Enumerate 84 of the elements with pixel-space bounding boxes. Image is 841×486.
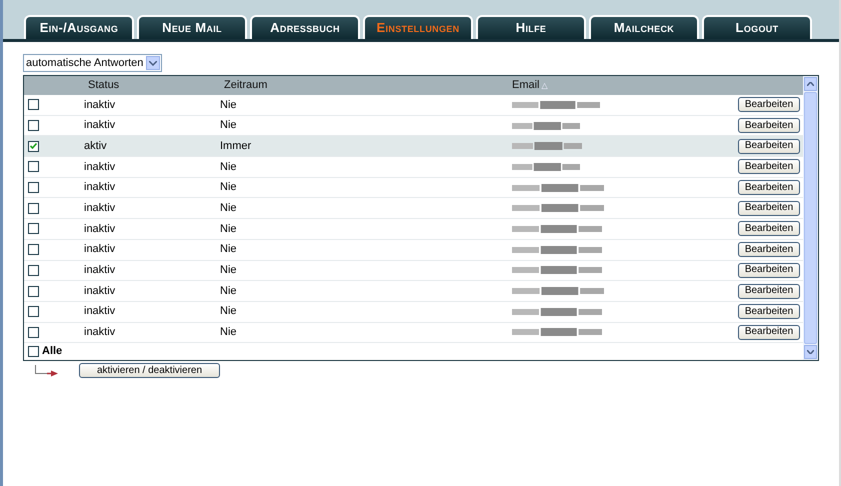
scrollbar[interactable] (803, 76, 818, 360)
checkbox[interactable] (28, 286, 39, 297)
status-cell-text: inaktiv (84, 118, 116, 134)
table-row[interactable]: inaktiv Nie Bearbeiten (24, 95, 803, 116)
edit-button[interactable]: Bearbeiten (738, 304, 800, 320)
checkbox[interactable] (28, 140, 39, 152)
period-cell-text: Nie (220, 118, 238, 134)
nav-tab[interactable]: Logout (702, 15, 812, 39)
table-row[interactable]: inaktiv Nie Bearbeiten (24, 260, 803, 282)
period-cell-text: Nie (220, 98, 238, 113)
dropdown-value: automatische Antworten (25, 56, 144, 71)
status-cell-text: inaktiv (84, 98, 116, 113)
status-cell-text: inaktiv (84, 325, 116, 340)
view-dropdown[interactable]: automatische Antworten (23, 54, 162, 72)
status-cell-text: inaktiv (84, 304, 116, 320)
edit-button[interactable]: Bearbeiten (738, 324, 800, 340)
edit-button[interactable]: Bearbeiten (738, 138, 800, 154)
period-cell-text: Immer (220, 138, 252, 154)
status-cell-text: inaktiv (84, 284, 116, 299)
table-row[interactable]: inaktiv Nie Bearbeiten (24, 281, 803, 302)
checkbox[interactable] (28, 326, 39, 338)
redacted-email-drawing (512, 142, 582, 150)
nav-tab[interactable]: Neue Mail (137, 15, 247, 39)
checkbox[interactable] (28, 244, 39, 256)
column-header[interactable]: Status (88, 77, 224, 94)
edit-button[interactable]: Bearbeiten (738, 262, 800, 278)
checkbox[interactable] (28, 202, 39, 214)
status-cell-text: inaktiv (84, 263, 116, 278)
edit-button[interactable]: Bearbeiten (738, 200, 800, 216)
table-row[interactable]: inaktiv Nie Bearbeiten (24, 116, 803, 136)
edit-button[interactable]: Bearbeiten (738, 242, 800, 258)
status-cell-text: inaktiv (84, 242, 116, 258)
nav-tab[interactable]: Mailcheck (589, 15, 699, 39)
nav-tab[interactable]: Hilfe (476, 15, 586, 39)
checkbox[interactable] (28, 182, 39, 194)
table-row[interactable]: inaktiv Nie Bearbeiten (24, 302, 803, 323)
select-all-label: Alle (42, 344, 62, 359)
period-cell-text: Nie (220, 242, 238, 258)
redacted-email-drawing (512, 162, 580, 171)
period-cell-text: Nie (220, 180, 238, 196)
table-row[interactable]: aktiv Immer Bearbeiten (24, 136, 803, 158)
period-cell-text: Nie (220, 222, 238, 237)
column-header[interactable]: Email (512, 77, 540, 94)
period-cell-text: Nie (220, 284, 238, 299)
scroll-thumb[interactable] (804, 92, 817, 344)
table-row[interactable]: inaktiv Nie Bearbeiten (24, 178, 803, 198)
period-cell-text: Nie (220, 160, 238, 175)
checkbox[interactable] (28, 99, 39, 110)
period-cell-text: Nie (220, 304, 238, 320)
scroll-up-icon[interactable] (804, 77, 817, 91)
edit-button[interactable]: Bearbeiten (738, 118, 800, 134)
table-row[interactable]: inaktiv Nie Bearbeiten (24, 322, 803, 344)
checkbox[interactable] (28, 306, 39, 318)
checkbox[interactable] (28, 264, 39, 276)
status-cell-text: inaktiv (84, 201, 116, 216)
edit-button[interactable]: Bearbeiten (738, 180, 800, 196)
nav-tab[interactable]: Ein-/Ausgang (24, 15, 134, 39)
nav-tab[interactable]: Einstellungen (363, 15, 473, 39)
toggle-button[interactable]: aktivieren / deaktivieren (79, 363, 220, 378)
period-cell-text: Nie (220, 263, 238, 278)
nav-tab[interactable]: Adressbuch (250, 15, 360, 39)
edit-button[interactable]: Bearbeiten (738, 284, 800, 299)
redacted-email-drawing (512, 122, 580, 130)
period-cell-text: Nie (220, 201, 238, 216)
status-cell-text: inaktiv (84, 160, 116, 175)
table-row[interactable]: inaktiv Nie Bearbeiten (24, 240, 803, 260)
table-row[interactable]: inaktiv Nie Bearbeiten (24, 198, 803, 220)
arrow-icon (35, 364, 59, 376)
scroll-down-icon[interactable] (804, 345, 817, 359)
checkbox[interactable] (28, 161, 39, 172)
status-cell-text: inaktiv (84, 222, 116, 237)
table-row[interactable]: inaktiv Nie Bearbeiten (24, 157, 803, 178)
column-header[interactable]: Zeitraum (224, 77, 512, 94)
checkbox[interactable] (28, 120, 39, 132)
edit-button[interactable]: Bearbeiten (738, 159, 800, 174)
checkbox[interactable] (28, 223, 39, 234)
status-cell-text: inaktiv (84, 180, 116, 196)
sort-icon: △ (542, 80, 548, 92)
status-cell-text: aktiv (84, 138, 108, 154)
edit-button[interactable]: Bearbeiten (738, 97, 800, 112)
checkbox[interactable] (28, 346, 39, 357)
edit-button[interactable]: Bearbeiten (738, 221, 800, 236)
period-cell-text: Nie (220, 325, 238, 340)
table-row[interactable]: inaktiv Nie Bearbeiten (24, 219, 803, 240)
